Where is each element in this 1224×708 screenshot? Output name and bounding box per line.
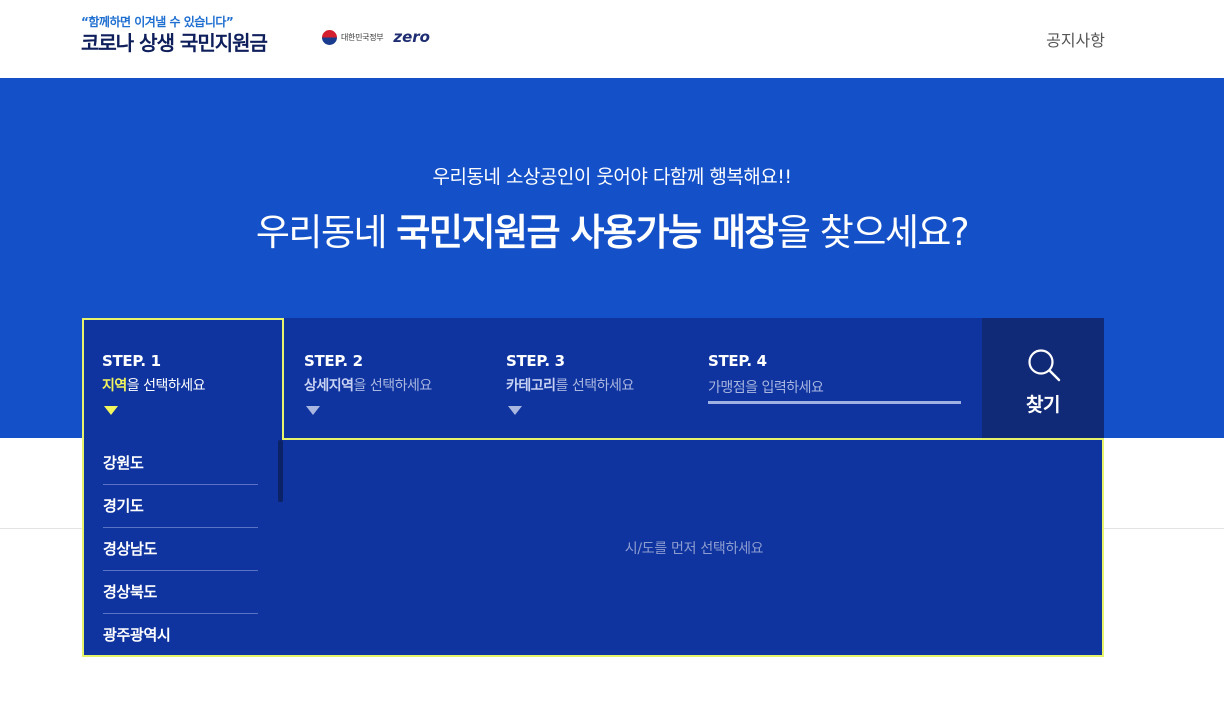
step-title: STEP. 3 bbox=[506, 352, 565, 370]
search-button[interactable]: 찾기 bbox=[982, 318, 1104, 438]
logo-slogan: “함께하면 이겨낼 수 있습니다” bbox=[81, 15, 234, 29]
region-option[interactable]: 경상남도 bbox=[103, 528, 258, 571]
step-title: STEP. 1 bbox=[102, 352, 161, 370]
region-list-scrollbar[interactable] bbox=[278, 440, 283, 502]
caret-down-icon bbox=[104, 406, 118, 415]
step-desc-rest: 를 선택하세요 bbox=[555, 378, 635, 394]
step-store: STEP. 4 bbox=[688, 318, 982, 438]
empty-message: 시/도를 먼저 선택하세요 bbox=[624, 541, 764, 557]
hero-title-bold: 국민지원금 사용가능 매장 bbox=[396, 211, 778, 254]
page: “함께하면 이겨낼 수 있습니다” 코로나 상생 국민지원금 대한민국정부 ze… bbox=[0, 0, 1224, 708]
search-button-label: 찾기 bbox=[1026, 394, 1060, 416]
region-option[interactable]: 강원도 bbox=[103, 442, 258, 485]
taegeuk-icon bbox=[322, 29, 337, 45]
step-desc: 상세지역을 선택하세요 bbox=[304, 375, 432, 395]
logo-title: 코로나 상생 국민지원금 bbox=[81, 31, 268, 55]
hero-subtitle: 우리동네 소상공인이 웃어야 다함께 행복해요!! bbox=[432, 166, 792, 188]
step-region[interactable]: STEP. 1 지역을 선택하세요 bbox=[82, 318, 284, 440]
site-header: “함께하면 이겨낼 수 있습니다” 코로나 상생 국민지원금 대한민국정부 ze… bbox=[0, 0, 1224, 78]
step-detail-region[interactable]: STEP. 2 상세지역을 선택하세요 bbox=[284, 318, 486, 438]
caret-down-icon bbox=[306, 406, 320, 415]
step-desc-rest: 을 선택하세요 bbox=[353, 378, 433, 394]
step-desc-bold: 지역 bbox=[102, 378, 127, 394]
search-step-bar: STEP. 1 지역을 선택하세요 STEP. 2 상세지역을 선택하세요 ST… bbox=[82, 318, 1104, 440]
region-option[interactable]: 경상북도 bbox=[103, 571, 258, 614]
step-category[interactable]: STEP. 3 카테고리를 선택하세요 bbox=[486, 318, 688, 438]
step-title: STEP. 4 bbox=[708, 352, 767, 370]
region-dropdown-panel: 강원도 경기도 경상남도 경상북도 광주광역시 시/도를 먼저 선택하세요 bbox=[82, 438, 1104, 657]
hero-title-post: 을 찾으세요? bbox=[777, 211, 970, 254]
notice-link[interactable]: 공지사항 bbox=[1046, 27, 1105, 51]
step-desc: 지역을 선택하세요 bbox=[102, 375, 206, 395]
hero-title: 우리동네 국민지원금 사용가능 매장을 찾으세요? bbox=[0, 202, 1224, 256]
gov-logos: 대한민국정부 zero bbox=[322, 28, 430, 46]
step-desc-bold: 카테고리 bbox=[506, 378, 556, 394]
gov-label: 대한민국정부 bbox=[341, 32, 384, 42]
hero-title-pre: 우리동네 bbox=[255, 211, 397, 254]
region-list: 강원도 경기도 경상남도 경상북도 광주광역시 bbox=[84, 440, 284, 655]
caret-down-icon bbox=[508, 406, 522, 415]
search-icon bbox=[1028, 349, 1061, 382]
region-option[interactable]: 광주광역시 bbox=[103, 614, 258, 655]
step-desc-bold: 상세지역 bbox=[304, 378, 354, 394]
site-logo[interactable]: “함께하면 이겨낼 수 있습니다” 코로나 상생 국민지원금 bbox=[81, 14, 301, 55]
region-option[interactable]: 경기도 bbox=[103, 485, 258, 528]
step-desc-rest: 을 선택하세요 bbox=[126, 378, 206, 394]
step-desc: 카테고리를 선택하세요 bbox=[506, 375, 634, 395]
zero-logo: zero bbox=[393, 28, 430, 46]
step-title: STEP. 2 bbox=[304, 352, 363, 370]
store-name-input[interactable] bbox=[708, 374, 961, 404]
